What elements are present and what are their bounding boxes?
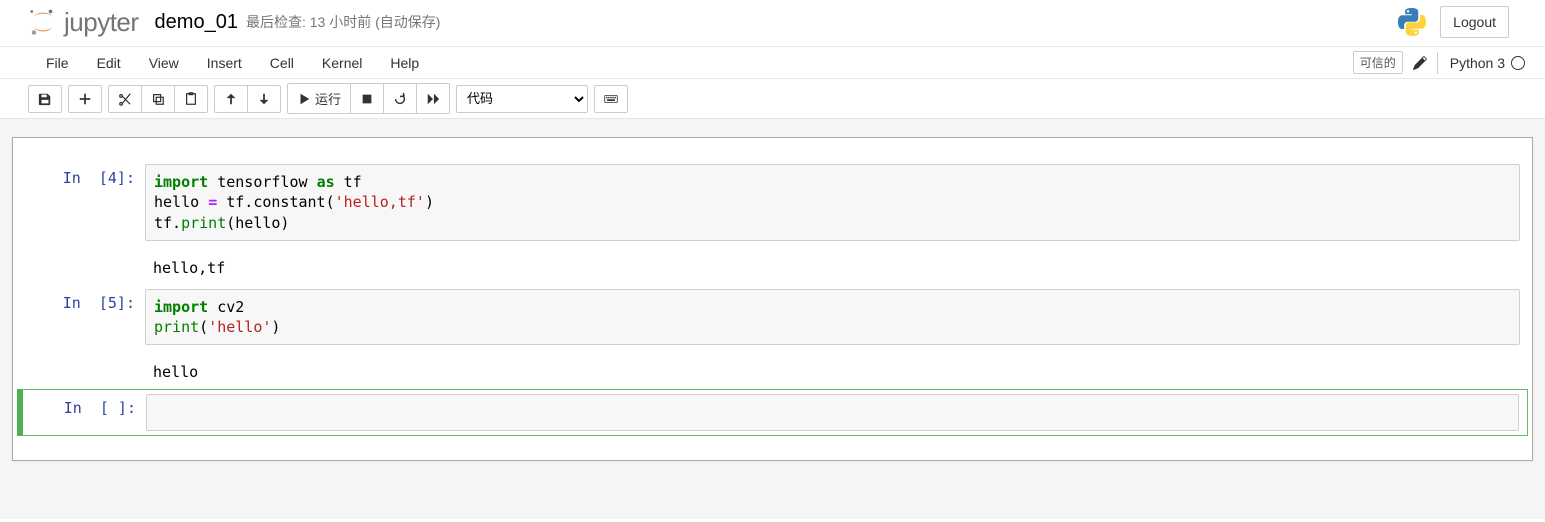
menubar: FileEditViewInsertCellKernelHelp 可信的 Pyt… <box>0 47 1545 79</box>
code-input[interactable]: import tensorflow as tf hello = tf.const… <box>145 164 1520 241</box>
menu-view[interactable]: View <box>135 49 193 77</box>
python-icon <box>1398 8 1426 36</box>
cell-body: import tensorflow as tf hello = tf.const… <box>145 164 1520 241</box>
play-icon <box>297 92 311 106</box>
keyboard-icon <box>604 92 618 106</box>
paste-icon <box>184 92 198 106</box>
code-input[interactable] <box>146 394 1519 430</box>
arrow-up-icon <box>224 92 238 106</box>
restart-button[interactable] <box>383 83 417 114</box>
fast-forward-icon <box>426 92 440 106</box>
trusted-badge[interactable]: 可信的 <box>1353 51 1403 74</box>
menu-kernel[interactable]: Kernel <box>308 49 376 77</box>
menu-insert[interactable]: Insert <box>193 49 256 77</box>
save-icon <box>38 92 52 106</box>
jupyter-text: jupyter <box>64 7 139 38</box>
menu-help[interactable]: Help <box>376 49 433 77</box>
move-down-button[interactable] <box>247 85 281 113</box>
pencil-icon[interactable] <box>1413 56 1427 70</box>
input-prompt: In [ ]: <box>26 394 146 430</box>
interrupt-button[interactable] <box>350 83 384 114</box>
kernel-status-icon <box>1511 56 1525 70</box>
notebook-body: In [4]:import tensorflow as tf hello = t… <box>0 119 1545 519</box>
notebook-name[interactable]: demo_01 <box>155 11 238 34</box>
menu-file[interactable]: File <box>32 49 83 77</box>
move-up-button[interactable] <box>214 85 248 113</box>
cell-body <box>146 394 1519 430</box>
menu-edit[interactable]: Edit <box>83 49 135 77</box>
code-input[interactable]: import cv2 print('hello') <box>145 289 1520 346</box>
kernel-name: Python 3 <box>1450 55 1505 71</box>
restart-run-button[interactable] <box>416 83 450 114</box>
menu-cell[interactable]: Cell <box>256 49 308 77</box>
cut-button[interactable] <box>108 85 142 113</box>
plus-icon <box>78 92 92 106</box>
output-prompt <box>25 251 145 279</box>
celltype-select[interactable]: 代码 <box>456 85 588 113</box>
save-button[interactable] <box>28 85 62 113</box>
command-palette-button[interactable] <box>594 85 628 113</box>
logout-button[interactable]: Logout <box>1440 6 1509 38</box>
output-prompt <box>25 355 145 383</box>
toolbar: 运行 代码 <box>0 79 1545 119</box>
output-text: hello,tf <box>145 251 1520 279</box>
arrow-down-icon <box>257 92 271 106</box>
jupyter-icon <box>28 7 58 37</box>
kernel-indicator[interactable]: Python 3 <box>1437 52 1525 74</box>
checkpoint-status: 最后检查: 13 小时前 (自动保存) <box>246 12 440 32</box>
input-prompt: In [4]: <box>25 164 145 241</box>
run-button[interactable]: 运行 <box>287 83 351 114</box>
copy-button[interactable] <box>141 85 175 113</box>
code-cell[interactable]: In [5]:import cv2 print('hello') <box>17 285 1528 350</box>
code-cell[interactable]: In [ ]: <box>17 389 1528 435</box>
paste-button[interactable] <box>174 85 208 113</box>
output-cell: hello,tf <box>17 247 1528 283</box>
notebook-container: In [4]:import tensorflow as tf hello = t… <box>12 137 1533 461</box>
menu-items: FileEditViewInsertCellKernelHelp <box>32 49 433 77</box>
output-text: hello <box>145 355 1520 383</box>
output-cell: hello <box>17 351 1528 387</box>
code-cell[interactable]: In [4]:import tensorflow as tf hello = t… <box>17 160 1528 245</box>
stop-icon <box>360 92 374 106</box>
cell-body: import cv2 print('hello') <box>145 289 1520 346</box>
insert-cell-button[interactable] <box>68 85 102 113</box>
run-label: 运行 <box>315 89 341 108</box>
input-prompt: In [5]: <box>25 289 145 346</box>
cut-icon <box>118 92 132 106</box>
jupyter-logo[interactable]: jupyter <box>28 7 139 38</box>
restart-icon <box>393 92 407 106</box>
header: jupyter demo_01 最后检查: 13 小时前 (自动保存) Logo… <box>0 0 1545 47</box>
copy-icon <box>151 92 165 106</box>
